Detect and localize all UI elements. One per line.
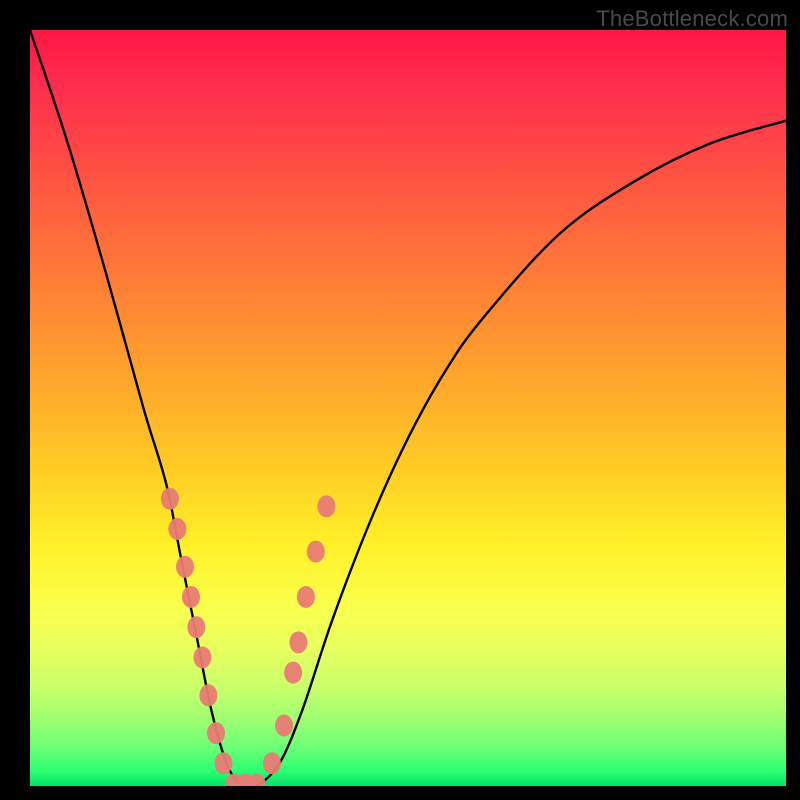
data-bead xyxy=(215,752,233,774)
data-bead xyxy=(263,752,281,774)
plot-area xyxy=(30,30,786,786)
data-bead xyxy=(187,616,205,638)
data-bead xyxy=(284,662,302,684)
data-bead xyxy=(168,518,186,540)
data-bead xyxy=(307,541,325,563)
curve-svg xyxy=(30,30,786,786)
data-bead xyxy=(297,586,315,608)
data-bead xyxy=(207,722,225,744)
data-bead xyxy=(182,586,200,608)
data-beads-group xyxy=(161,488,336,786)
data-bead xyxy=(199,684,217,706)
chart-frame: TheBottleneck.com xyxy=(0,0,800,800)
data-bead xyxy=(289,631,307,653)
data-bead xyxy=(317,495,335,517)
data-bead xyxy=(161,488,179,510)
bottleneck-curve xyxy=(30,30,786,786)
watermark-text: TheBottleneck.com xyxy=(596,6,788,32)
data-bead xyxy=(176,556,194,578)
data-bead xyxy=(193,647,211,669)
data-bead xyxy=(275,715,293,737)
